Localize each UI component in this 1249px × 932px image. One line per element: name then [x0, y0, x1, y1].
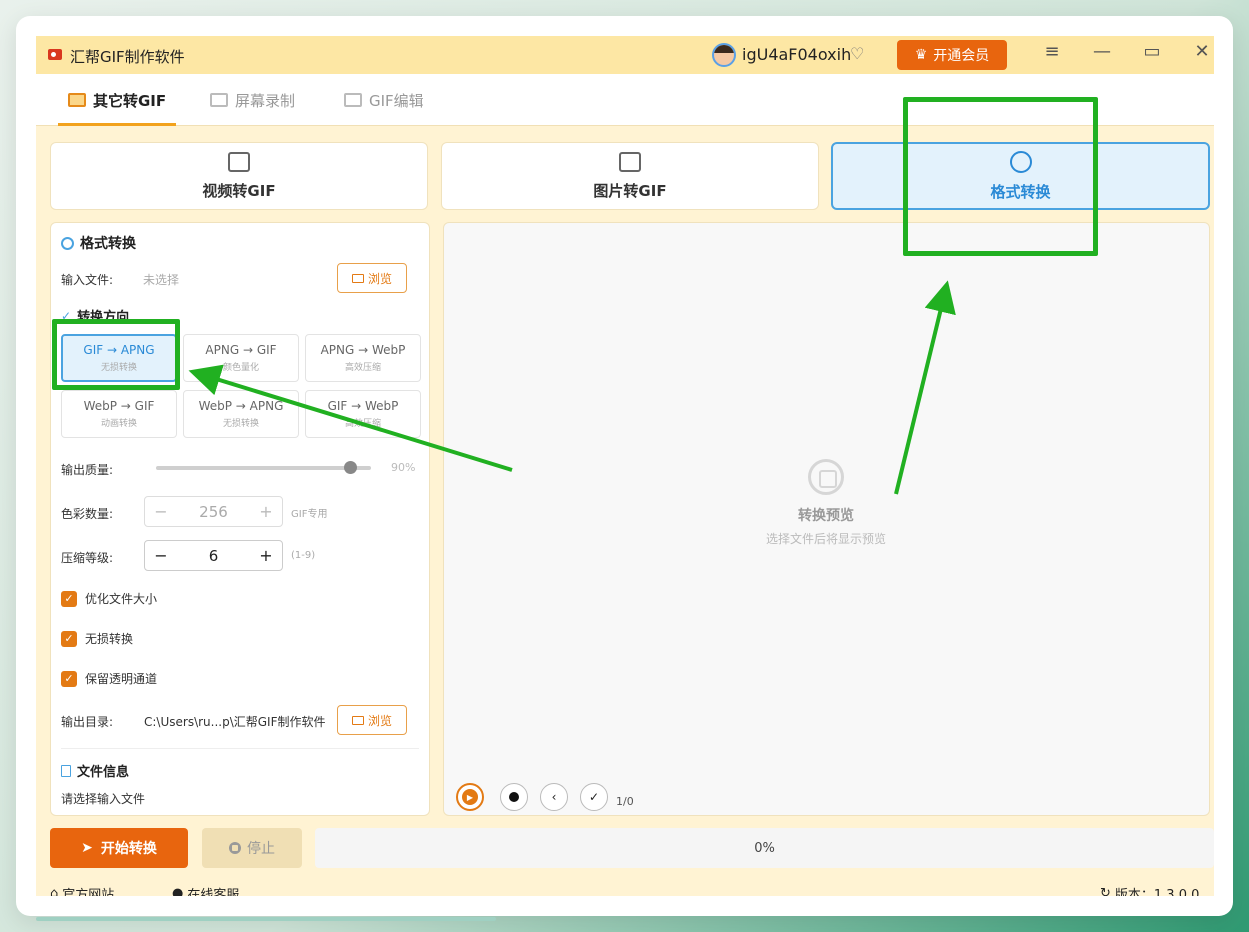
annotation-arrow-up: [894, 280, 956, 495]
annotation-arrows: [188, 280, 956, 495]
annotation-arrow-left: [188, 364, 513, 472]
